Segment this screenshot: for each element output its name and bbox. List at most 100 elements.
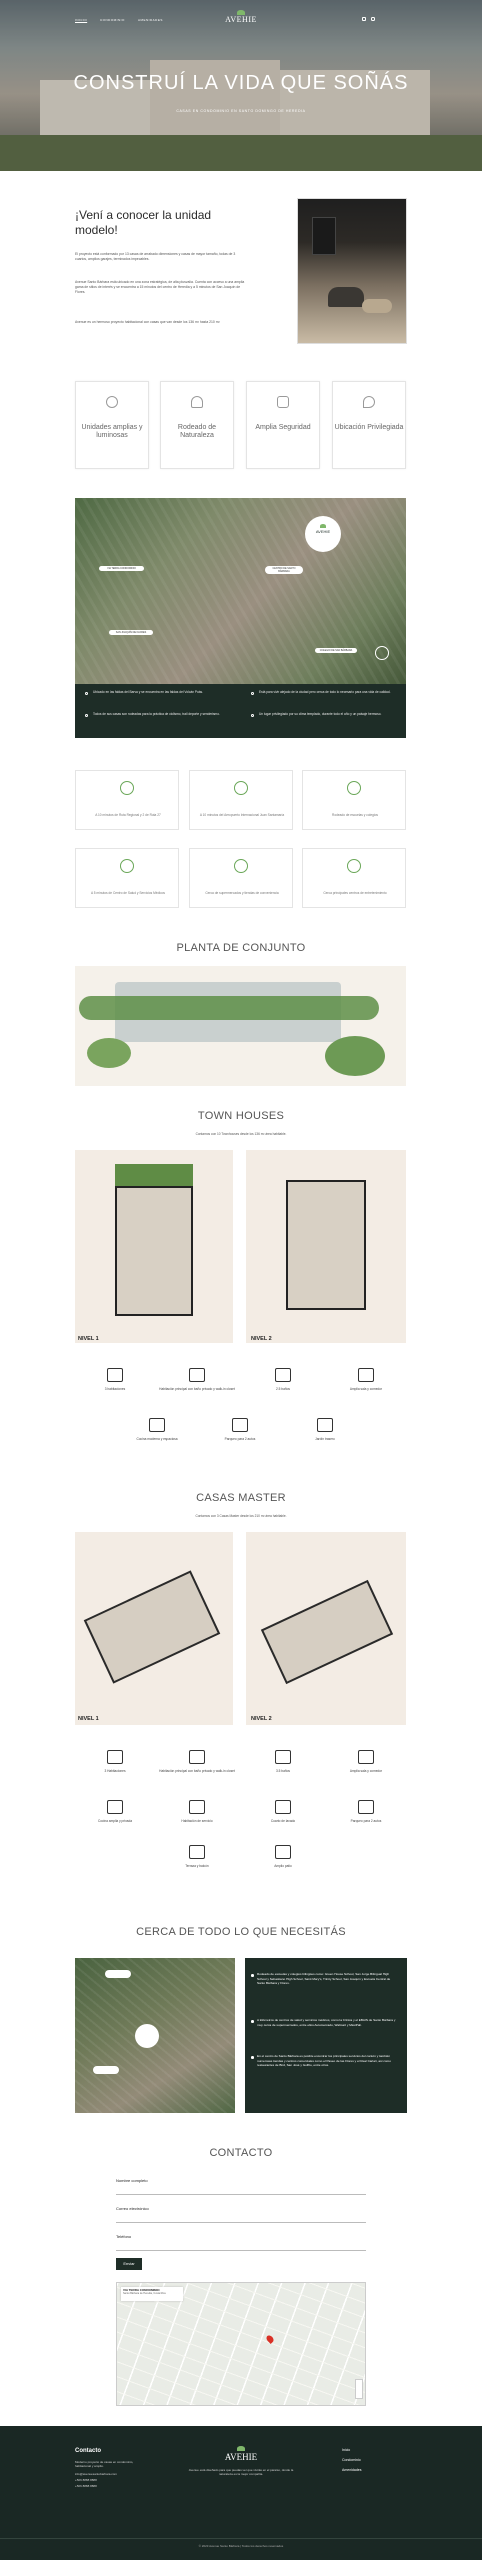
footer-phone[interactable]: +506 8888 8888 [75,2478,97,2482]
hero-subtitle: CASAS EN CONDOMINIO EN SANTO DOMINGO DE … [176,109,306,113]
footer-logo[interactable]: AVEHIE [215,2446,267,2462]
site-plan-greenery [79,996,379,1020]
header-logo[interactable]: AVEHIE [218,10,264,24]
floorplan-walls [83,1570,221,1684]
map-pin-label[interactable]: SAN JOAQUÍN DE FLORES [109,630,153,635]
feature-item: Amplia sala y comedor [326,1368,406,1391]
footer-email[interactable]: info@avenuesantobarbara.com [75,2472,117,2476]
map-pin-badge [105,1970,131,1978]
bullet-icon [251,2020,254,2023]
site-plan[interactable] [75,966,406,1086]
intro-paragraph: Avenue Santo Bárbara está ubicado en una… [75,280,245,294]
tree-icon [191,396,203,408]
floorplan-level-1[interactable] [75,1150,233,1343]
send-button[interactable]: Enviar [116,2258,142,2270]
location-point: Ubicado en las faldas del Barva y se enc… [93,690,204,694]
grid-icon [277,396,289,408]
footer-link-inicio[interactable]: Inicio [342,2448,350,2452]
name-field[interactable] [116,2194,366,2195]
feature-text: Habitación de servicio [181,1819,213,1823]
site-plan-trees [325,1036,385,1076]
map-info-card: VIA TERRA CONDOMINIO Santo Bárbara de He… [121,2287,183,2301]
feature-text: 3 habitaciones [104,1387,126,1391]
feature-item: 3 habitaciones [75,1368,155,1391]
feature-item: 3.5 baños [243,1750,323,1773]
footer-tagline: Avenue está diseñado para que puedas ver… [188,2468,294,2477]
google-map[interactable]: VIA TERRA CONDOMINIO Santo Bárbara de He… [116,2282,366,2406]
map-pin-label[interactable]: VIA TERRA CONDOMINIO [99,566,144,571]
zoom-controls[interactable] [355,2379,363,2399]
plant-icon [317,1418,333,1432]
cerca-title: CERCA DE TODO LO QUE NECESITÁS [136,1926,346,1938]
amenity-label: Cerca principales centros de entretenimi… [323,891,387,895]
instagram-icon[interactable] [371,17,375,21]
feature-text: 3.5 baños [275,1769,290,1773]
aerial-location-map[interactable]: AVEHIE VIA TERRA CONDOMINIO CENTRO DE SA… [75,498,406,684]
feature-item: Cocina moderna y espaciosa [117,1418,197,1441]
footer-phone[interactable]: +506 8888 8888 [75,2484,97,2488]
feature-label: Amplia Seguridad [255,424,311,431]
amenity-label: Rodeado de escuelas y colegios [332,813,378,817]
feature-text: Habitación principal con baño privado y … [159,1769,235,1773]
feature-text: Amplio patio [274,1864,292,1868]
floorplan-level-2[interactable] [246,1532,406,1725]
bed-icon [107,1750,123,1764]
nearby-list: Rodeado de escuelas y colegios bilingües… [245,1958,407,2113]
location-point: Todos de sus casas son rodeadas para la … [93,712,220,716]
bullet-icon [251,1974,254,1977]
footer-description: Moderno proyecto de casas en condominio,… [75,2460,134,2469]
nav-item-inicio[interactable]: INICIO [75,18,87,22]
email-field[interactable] [116,2222,366,2223]
map-texture [75,498,406,684]
amenity-label: A 10 minutos de Ruta Regional y 2 de Rut… [95,813,161,817]
footer-link-amenidades[interactable]: Amenidades [342,2468,361,2472]
bullet-icon [251,692,254,695]
feature-text: Terraza y balcón [185,1864,209,1868]
shower-icon [275,1368,291,1382]
map-logo-badge: AVEHIE [305,516,341,552]
footer-link-condominio[interactable]: Condominio [342,2458,361,2462]
feature-text: Amplia sala y comedor [349,1387,383,1391]
feature-item: Cocina amplia y privada [75,1800,155,1823]
door-icon [189,1368,205,1382]
floorplan-level-1[interactable] [75,1532,233,1725]
feature-card: Ubicación Privilegiada [332,381,406,469]
feature-text: Amplia sala y comedor [349,1769,383,1773]
map-pin-label[interactable]: COLEGIO DE SAN BÁRBARA [315,648,357,653]
bed-icon [107,1368,123,1382]
shower-icon [275,1750,291,1764]
intro-paragraph: Avenue es un hermoso proyecto habitacion… [75,320,220,324]
nearby-map[interactable] [75,1958,235,2113]
level-label: NIVEL 1 [78,1716,99,1722]
townhouses-subtitle: Contamos con 10 Townhouses desde los 136… [195,1132,287,1136]
nav-item-condominio[interactable]: CONDOMINIO [100,18,125,22]
shopping-icon [347,859,361,873]
intro-title: ¡Vení a conocer la unidad modelo! [75,208,212,237]
map-center-badge [135,2024,159,2048]
floorplan-level-2[interactable] [246,1150,406,1343]
feature-text: Parqueo para 2 autos [224,1437,256,1441]
feature-item: Amplia sala y comedor [326,1750,406,1773]
map-place-address: Santo Bárbara de Heredia, Costa Rica [123,2292,166,2295]
kitchen-icon [149,1418,165,1432]
apple-icon [234,859,248,873]
school-icon [347,781,361,795]
sun-icon [106,396,118,408]
feature-text: Cocina amplia y privada [97,1819,133,1823]
floorplan-walls [115,1186,193,1316]
facebook-icon[interactable] [362,17,366,21]
bullet-icon [85,714,88,717]
car-icon [358,1800,374,1814]
feature-label: Ubicación Privilegiada [334,424,404,431]
table-illustration [362,299,392,313]
phone-field[interactable] [116,2250,366,2251]
nav-item-amenidades[interactable]: AMENIDADES [138,18,163,22]
contact-title: CONTACTO [209,2147,273,2159]
pin-icon [363,396,375,408]
feature-item: Terraza y balcón [157,1845,237,1868]
map-pin-label[interactable]: CENTRO DE SANTO BÁRBARA [265,566,303,574]
footer-divider [0,2538,482,2539]
copyright: © 2023 Avenue Santo Bárbara | Todos los … [198,2544,284,2548]
feature-item: 3 Habitaciones [75,1750,155,1773]
feature-text: Habitación principal con baño privado y … [159,1387,235,1391]
